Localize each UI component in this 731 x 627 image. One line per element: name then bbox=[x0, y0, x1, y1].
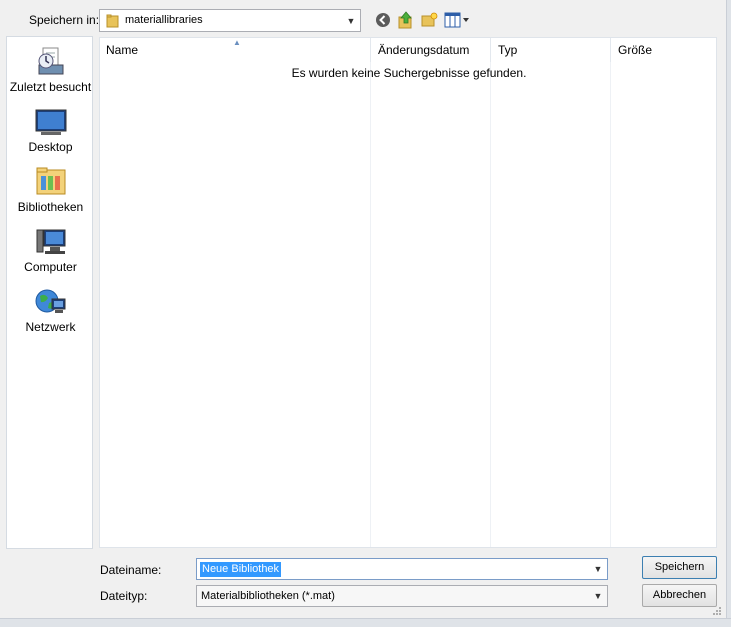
location-value: materiallibraries bbox=[125, 14, 203, 26]
place-label: Computer bbox=[24, 260, 77, 274]
filetype-value: Materialbibliotheken (*.mat) bbox=[201, 590, 335, 602]
file-list[interactable]: ▲ Name Änderungsdatum Typ Größe Es wurde… bbox=[99, 37, 717, 548]
save-in-label: Speichern in: bbox=[29, 13, 100, 27]
chevron-down-icon[interactable]: ▼ bbox=[342, 10, 360, 31]
recent-places-icon bbox=[38, 47, 63, 75]
filetype-select[interactable]: Materialbibliotheken (*.mat) ▼ bbox=[196, 585, 608, 607]
cancel-button[interactable]: Abbrechen bbox=[642, 584, 717, 607]
back-icon[interactable] bbox=[375, 12, 391, 28]
filename-label: Dateiname: bbox=[100, 563, 162, 577]
place-desktop[interactable]: Desktop bbox=[7, 107, 94, 154]
desktop-icon bbox=[35, 109, 66, 135]
empty-message: Es wurden keine Suchergebnisse gefunden. bbox=[291, 66, 527, 80]
column-separator[interactable] bbox=[370, 38, 371, 62]
computer-icon bbox=[36, 229, 65, 254]
place-label: Bibliotheken bbox=[17, 200, 84, 214]
place-recent[interactable]: Zuletzt besucht bbox=[7, 45, 94, 94]
place-label: Netzwerk bbox=[25, 320, 76, 334]
place-computer[interactable]: Computer bbox=[7, 227, 94, 274]
place-label: Desktop bbox=[28, 140, 73, 154]
column-guide bbox=[370, 62, 371, 547]
place-label: Zuletzt besucht bbox=[9, 80, 92, 94]
filename-value[interactable]: Neue Bibliothek bbox=[200, 562, 282, 577]
filetype-label: Dateityp: bbox=[100, 589, 148, 603]
place-network[interactable]: Netzwerk bbox=[7, 287, 94, 334]
location-combo[interactable]: materiallibraries ▼ bbox=[99, 9, 361, 32]
network-icon bbox=[35, 289, 65, 313]
folder-icon bbox=[106, 14, 119, 28]
column-separator[interactable] bbox=[490, 38, 491, 62]
column-header-date[interactable]: Änderungsdatum bbox=[378, 43, 469, 57]
column-header-size[interactable]: Größe bbox=[618, 43, 652, 57]
sort-ascending-icon: ▲ bbox=[233, 38, 241, 47]
places-bar: Zuletzt besucht Desktop Bibliotheken Com… bbox=[6, 36, 93, 549]
filename-field[interactable]: Neue Bibliothek ▼ bbox=[196, 558, 608, 580]
resize-grip-icon[interactable] bbox=[712, 606, 722, 616]
up-folder-icon[interactable] bbox=[398, 11, 414, 29]
column-header-type[interactable]: Typ bbox=[498, 43, 517, 57]
libraries-icon bbox=[36, 167, 65, 195]
window-frame-right bbox=[726, 0, 731, 626]
chevron-down-icon[interactable]: ▼ bbox=[589, 586, 607, 606]
chevron-down-icon[interactable]: ▼ bbox=[589, 559, 607, 579]
place-libraries[interactable]: Bibliotheken bbox=[7, 165, 94, 214]
new-folder-icon[interactable] bbox=[421, 12, 438, 28]
save-button[interactable]: Speichern bbox=[642, 556, 717, 579]
column-guide bbox=[490, 62, 491, 547]
view-menu-icon[interactable] bbox=[444, 12, 470, 28]
column-separator[interactable] bbox=[610, 38, 611, 62]
column-guide bbox=[610, 62, 611, 547]
column-header-name[interactable]: Name bbox=[106, 43, 138, 57]
